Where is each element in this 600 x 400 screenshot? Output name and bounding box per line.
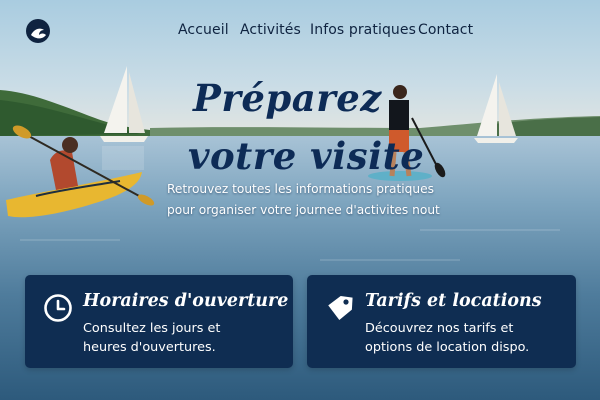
page-title-line-2: votre visite bbox=[188, 134, 425, 178]
page-title-line-1: Préparez bbox=[193, 76, 382, 120]
opening-hours-title: Horaires d'ouverture bbox=[83, 291, 289, 311]
prices-rentals-card[interactable]: Tarifs et locations Découvrez nos tarifs… bbox=[307, 275, 576, 368]
wave-logo-icon[interactable] bbox=[25, 18, 51, 44]
nav-link-activites[interactable]: Activités bbox=[240, 22, 301, 38]
price-tag-icon bbox=[328, 295, 353, 321]
opening-hours-text-line-2: heures d'ouvertures. bbox=[83, 340, 216, 355]
opening-hours-text-line-1: Consultez les jours et bbox=[83, 321, 221, 336]
prices-rentals-title: Tarifs et locations bbox=[365, 291, 542, 311]
hero-subtitle-line-1: Retrouvez toutes les informations pratiq… bbox=[167, 182, 434, 196]
prices-rentals-text-line-2: options de location dispo. bbox=[365, 340, 530, 355]
hero-subtitle-line-2: pour organiser votre journee d'activites… bbox=[167, 203, 440, 217]
clock-icon bbox=[44, 294, 72, 322]
nav-link-contact[interactable]: Contact bbox=[418, 22, 473, 38]
opening-hours-card[interactable]: Horaires d'ouverture Consultez les jours… bbox=[25, 275, 293, 368]
top-navigation: Accueil Activités Infos pratiques Contac… bbox=[0, 0, 600, 64]
nav-link-accueil[interactable]: Accueil bbox=[178, 22, 229, 38]
nav-link-infos-pratiques[interactable]: Infos pratiques bbox=[310, 22, 416, 38]
prices-rentals-text-line-1: Découvrez nos tarifs et bbox=[365, 321, 514, 336]
